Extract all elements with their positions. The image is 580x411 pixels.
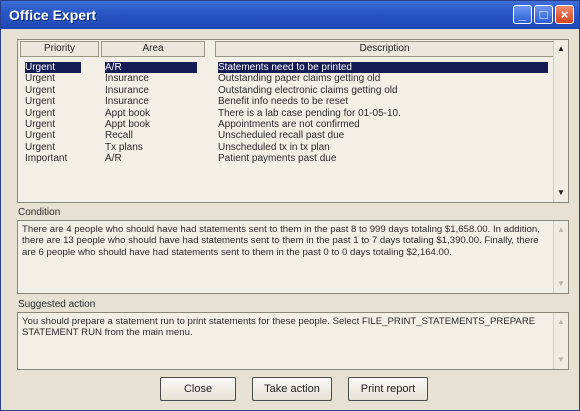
list-row-description[interactable]: Appointments are not confirmed bbox=[218, 119, 548, 130]
condition-label: Condition bbox=[18, 207, 61, 218]
scroll-up-icon[interactable]: ▲ bbox=[554, 223, 568, 237]
priority-column-header[interactable]: Priority bbox=[20, 41, 99, 57]
list-row-area[interactable]: A/R bbox=[105, 153, 197, 164]
window-title: Office Expert bbox=[9, 7, 97, 23]
list-row-priority[interactable]: Urgent bbox=[25, 130, 81, 141]
print-report-button[interactable]: Print report bbox=[348, 377, 428, 401]
list-row-description[interactable]: There is a lab case pending for 01-05-10… bbox=[218, 108, 548, 119]
description-column: Statements need to be printed Outstandin… bbox=[218, 62, 548, 165]
suggested-scrollbar[interactable]: ▲ ▼ bbox=[553, 313, 568, 369]
list-row-description[interactable]: Patient payments past due bbox=[218, 153, 548, 164]
close-window-button[interactable]: × bbox=[555, 5, 574, 24]
list-row-description[interactable]: Unscheduled recall past due bbox=[218, 130, 548, 141]
close-button[interactable]: Close bbox=[160, 377, 236, 401]
scroll-down-icon[interactable]: ▼ bbox=[554, 277, 568, 291]
scroll-down-icon[interactable]: ▼ bbox=[554, 186, 568, 200]
expert-list[interactable]: Priority Area Description Urgent Urgent … bbox=[17, 39, 569, 203]
list-row-priority[interactable]: Important bbox=[25, 153, 81, 164]
list-row-area[interactable]: Appt book bbox=[105, 119, 197, 130]
description-column-header[interactable]: Description bbox=[215, 41, 554, 57]
priority-column: Urgent Urgent Urgent Urgent Urgent Urgen… bbox=[25, 62, 81, 165]
list-row-area[interactable]: Recall bbox=[105, 130, 197, 141]
suggested-action-label: Suggested action bbox=[18, 299, 96, 310]
condition-text: There are 4 people who should have had s… bbox=[22, 224, 540, 258]
minimize-button[interactable]: _ bbox=[513, 5, 532, 24]
list-row-description[interactable]: Outstanding electronic claims getting ol… bbox=[218, 85, 548, 96]
list-row-priority[interactable]: Urgent bbox=[25, 73, 81, 84]
list-row-priority[interactable]: Urgent bbox=[25, 85, 81, 96]
list-row-priority[interactable]: Urgent bbox=[25, 108, 81, 119]
suggested-action-text: You should prepare a statement run to pr… bbox=[22, 316, 536, 339]
list-row-priority[interactable]: Urgent bbox=[25, 119, 81, 130]
list-row-area[interactable]: Insurance bbox=[105, 85, 197, 96]
scroll-down-icon[interactable]: ▼ bbox=[554, 353, 568, 367]
list-row-description[interactable]: Statements need to be printed bbox=[218, 62, 548, 74]
list-row-area[interactable]: A/R bbox=[105, 62, 197, 74]
take-action-button[interactable]: Take action bbox=[252, 377, 332, 401]
list-scrollbar[interactable]: ▲ ▼ bbox=[553, 40, 568, 202]
scroll-up-icon[interactable]: ▲ bbox=[554, 42, 568, 56]
list-row-area[interactable]: Insurance bbox=[105, 73, 197, 84]
suggested-action-textbox[interactable]: You should prepare a statement run to pr… bbox=[17, 312, 569, 370]
list-row-priority[interactable]: Urgent bbox=[25, 96, 81, 107]
list-row-priority[interactable]: Urgent bbox=[25, 142, 81, 153]
scroll-up-icon[interactable]: ▲ bbox=[554, 315, 568, 329]
condition-scrollbar[interactable]: ▲ ▼ bbox=[553, 221, 568, 293]
list-row-area[interactable]: Appt book bbox=[105, 108, 197, 119]
office-expert-window: Office Expert _ □ × Priority Area Descri… bbox=[0, 0, 580, 411]
area-column-header[interactable]: Area bbox=[101, 41, 205, 57]
list-row-area[interactable]: Tx plans bbox=[105, 142, 197, 153]
condition-textbox[interactable]: There are 4 people who should have had s… bbox=[17, 220, 569, 294]
title-bar[interactable]: Office Expert _ □ × bbox=[1, 1, 579, 29]
list-row-description[interactable]: Benefit info needs to be reset bbox=[218, 96, 548, 107]
area-column: A/R Insurance Insurance Insurance Appt b… bbox=[105, 62, 197, 165]
maximize-button[interactable]: □ bbox=[534, 5, 553, 24]
list-row-area[interactable]: Insurance bbox=[105, 96, 197, 107]
list-row-description[interactable]: Outstanding paper claims getting old bbox=[218, 73, 548, 84]
list-row-priority[interactable]: Urgent bbox=[25, 62, 81, 74]
list-row-description[interactable]: Unscheduled tx in tx plan bbox=[218, 142, 548, 153]
